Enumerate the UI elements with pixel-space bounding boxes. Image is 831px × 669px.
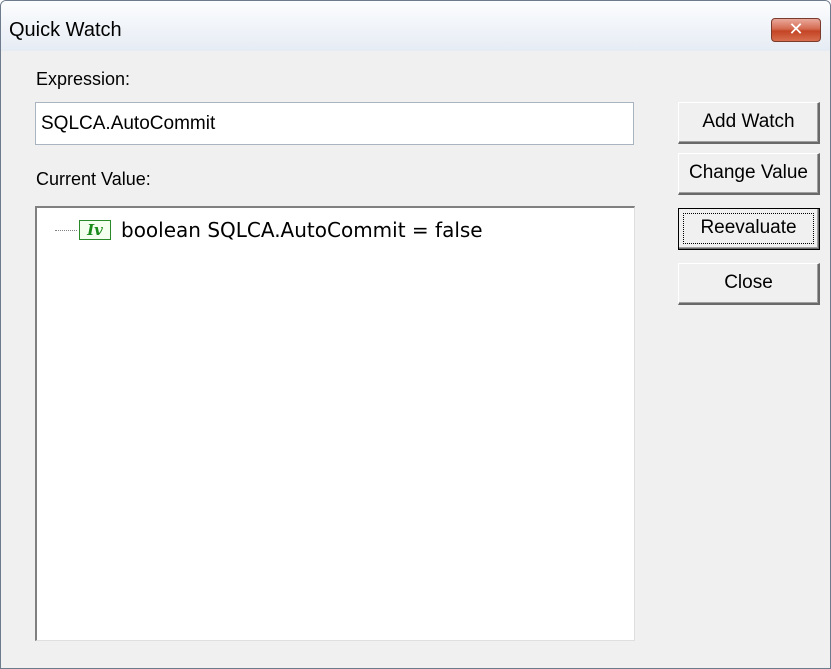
- close-window-button[interactable]: ✕: [771, 18, 821, 42]
- add-watch-button-label: Add Watch: [702, 111, 795, 132]
- tree-item-label: boolean SQLCA.AutoCommit = false: [121, 218, 483, 242]
- reevaluate-button[interactable]: Reevaluate: [678, 208, 820, 250]
- current-value-label: Current Value:: [36, 169, 151, 189]
- tree-connector: [55, 230, 77, 231]
- change-value-button[interactable]: Change Value: [678, 153, 820, 195]
- change-value-button-label: Change Value: [688, 162, 809, 183]
- quick-watch-dialog: Quick Watch ✕ Expression: Current Value:…: [0, 0, 831, 669]
- title-bar[interactable]: Quick Watch ✕: [1, 1, 830, 51]
- instance-variable-icon: Iv: [79, 220, 111, 240]
- reevaluate-button-label: Reevaluate: [700, 217, 797, 238]
- close-icon: ✕: [788, 19, 804, 40]
- window-title: Quick Watch: [9, 19, 122, 41]
- close-button[interactable]: Close: [678, 263, 820, 305]
- current-value-tree[interactable]: Iv boolean SQLCA.AutoCommit = false: [35, 206, 635, 641]
- add-watch-button[interactable]: Add Watch: [678, 102, 820, 144]
- expression-label: Expression:: [36, 69, 131, 89]
- close-button-label: Close: [724, 272, 773, 293]
- expression-input[interactable]: [35, 102, 634, 145]
